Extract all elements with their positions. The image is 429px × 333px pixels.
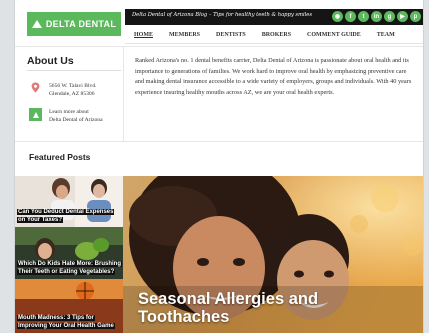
hero-featured-post[interactable]: Seasonal Allergies and Toothaches bbox=[123, 176, 423, 333]
nav-item-brokers[interactable]: BROKERS bbox=[262, 32, 291, 38]
post-title-kids[interactable]: Which Do Kids Hate More: Brushing Their … bbox=[17, 260, 123, 276]
about-title-rule bbox=[27, 70, 121, 71]
main-nav: HOME MEMBERS DENTISTS BROKERS COMMENT GUIDE T… bbox=[125, 26, 423, 44]
nav-item-dentists[interactable]: DENTISTS bbox=[216, 32, 246, 38]
delta-badge-icon bbox=[29, 108, 42, 121]
learn-more-line-1[interactable]: Learn more about bbox=[49, 108, 103, 116]
address-line-2: Glendale, AZ 85306 bbox=[49, 91, 95, 97]
section-divider bbox=[15, 141, 423, 142]
nav-item-home[interactable]: HOME bbox=[134, 32, 153, 38]
learn-more-line-2[interactable]: Delta Dental of Arizona bbox=[49, 116, 103, 124]
featured-post-taxes[interactable]: Can You Deduct Dental Expenses on Your T… bbox=[15, 176, 123, 227]
about-description: Ranked Arizona's no. 1 dental benefits c… bbox=[135, 57, 412, 96]
nav-item-team[interactable]: TEAM bbox=[377, 32, 395, 38]
about-title: About Us bbox=[27, 55, 74, 67]
address: 5656 W. Talavi Blvd. Glendale, AZ 85306 bbox=[49, 82, 97, 98]
delta-dental-logo[interactable]: DELTA DENTAL bbox=[27, 12, 121, 36]
twitter-icon[interactable]: t bbox=[358, 11, 369, 22]
nav-item-members[interactable]: MEMBERS bbox=[169, 32, 200, 38]
about-divider bbox=[123, 47, 124, 141]
address-line-1: 5656 W. Talavi Blvd. bbox=[49, 83, 97, 89]
logo-text: DELTA DENTAL bbox=[45, 19, 117, 29]
facebook-icon[interactable]: f bbox=[345, 11, 356, 22]
pinterest-icon[interactable]: p bbox=[410, 11, 421, 22]
rss-icon[interactable]: ◉ bbox=[332, 11, 343, 22]
google-plus-icon[interactable]: g bbox=[384, 11, 395, 22]
top-bar: Delta Dental of Arizona Blog – Tips for … bbox=[125, 9, 423, 25]
featured-post-mouth-madness[interactable]: Mouth Madness: 3 Tips for Improving Your… bbox=[15, 279, 123, 333]
nav-item-comment-guide[interactable]: COMMENT GUIDE bbox=[307, 32, 361, 38]
blog-page: DELTA DENTAL Delta Dental of Arizona Blo… bbox=[14, 0, 424, 333]
featured-post-kids[interactable]: Which Do Kids Hate More: Brushing Their … bbox=[15, 227, 123, 279]
linkedin-icon[interactable]: in bbox=[371, 11, 382, 22]
hero-title-line-2[interactable]: Toothaches bbox=[138, 308, 318, 326]
social-links: ◉ f t in g ▶ p bbox=[332, 11, 421, 22]
post-title-taxes[interactable]: Can You Deduct Dental Expenses on Your T… bbox=[17, 208, 121, 224]
map-pin-icon bbox=[31, 82, 40, 93]
delta-triangle-icon bbox=[31, 20, 42, 28]
hero-post-title[interactable]: Seasonal Allergies and Toothaches bbox=[138, 290, 318, 326]
youtube-icon[interactable]: ▶ bbox=[397, 11, 408, 22]
post-title-mouth-madness[interactable]: Mouth Madness: 3 Tips for Improving Your… bbox=[17, 314, 121, 330]
featured-posts-title: Featured Posts bbox=[29, 152, 91, 162]
blog-tagline: Delta Dental of Arizona Blog – Tips for … bbox=[132, 12, 313, 18]
learn-more-link[interactable]: Learn more about Delta Dental of Arizona bbox=[49, 108, 103, 124]
featured-posts-list: Can You Deduct Dental Expenses on Your T… bbox=[15, 176, 123, 333]
hero-title-line-1[interactable]: Seasonal Allergies and bbox=[138, 290, 318, 308]
header-divider bbox=[15, 46, 423, 47]
